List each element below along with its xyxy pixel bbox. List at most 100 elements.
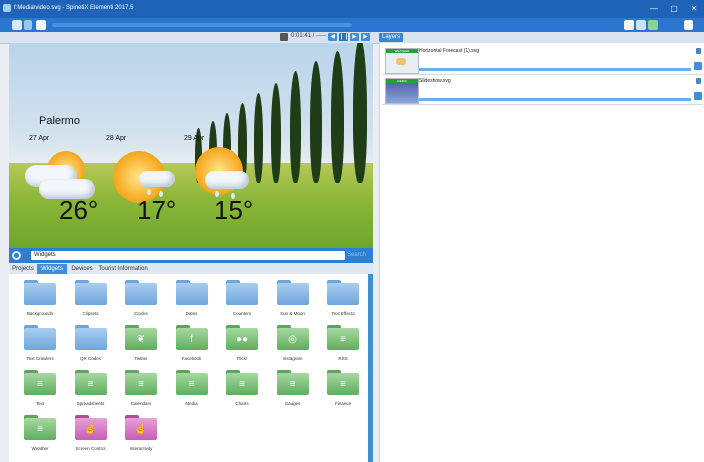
library-item-label: Sun & Moon — [280, 311, 305, 316]
feed-icon: ≡ — [327, 325, 359, 350]
forward-button[interactable]: ▶ — [350, 33, 359, 41]
minimize-button[interactable]: — — [648, 3, 660, 15]
library-item[interactable]: ≡ RSS — [318, 323, 368, 363]
layer-thumbnail: MEDIA — [385, 78, 419, 104]
library-item-label: Dates — [185, 311, 198, 316]
tab-devices[interactable]: Devices — [69, 264, 95, 274]
library-item[interactable]: ◎ Instagram — [268, 323, 318, 363]
layer-settings-button[interactable] — [694, 62, 702, 70]
folder-icon — [276, 280, 309, 305]
tree — [310, 61, 322, 183]
library-item-label: Twitter — [134, 356, 148, 361]
library-item-label: Media — [185, 401, 198, 406]
library-item[interactable]: Dates — [167, 278, 217, 318]
library-item[interactable]: ☝ Interactivity — [116, 413, 166, 453]
tab-layers[interactable]: Layers — [379, 33, 403, 42]
library-item-label: QR Codes — [79, 356, 101, 361]
library-item[interactable]: ≡ Gauges — [268, 368, 318, 408]
library-item[interactable]: ≡ Weather — [15, 413, 65, 453]
library-item[interactable]: Clocks — [116, 278, 166, 318]
library-item[interactable]: ●● Flickr — [217, 323, 267, 363]
skip-button[interactable]: ▶ — [361, 33, 370, 41]
library-item[interactable]: Backgrounds — [15, 278, 65, 318]
library-item-label: Facebook — [181, 356, 202, 361]
layer-type-tag: WEATHER — [386, 49, 418, 53]
grid-button[interactable] — [636, 20, 646, 30]
library-item[interactable]: ≡ Spreadsheets — [66, 368, 116, 408]
new-file-button[interactable] — [36, 20, 46, 30]
library-item-label: Calendars — [130, 401, 152, 406]
forecast-temperature: 26° — [59, 195, 99, 225]
forecast-date: 28 Apr — [106, 135, 127, 142]
menu-button[interactable] — [12, 20, 22, 30]
library-item[interactable]: ≡ Finance — [318, 368, 368, 408]
facebook-icon: f — [175, 325, 208, 350]
library-item[interactable]: ≡ Media — [167, 368, 217, 408]
folder-icon — [327, 280, 359, 305]
library-item-label: Charts — [235, 401, 249, 406]
library-item[interactable]: Text Crawlers — [15, 323, 65, 363]
search-input[interactable]: Widgets — [31, 251, 345, 260]
pause-button[interactable]: ❙❙ — [339, 33, 349, 41]
library-item-label: Instagram — [282, 356, 303, 361]
library-search-bar: Widgets Search — [9, 248, 373, 263]
touch-icon: ☝ — [74, 415, 107, 440]
publish-button[interactable] — [648, 20, 658, 30]
layer-item[interactable]: WEATHER Horizontal Forecast (1).svg — [382, 45, 703, 75]
library-item[interactable]: Clipsets — [66, 278, 116, 318]
weather-thumbnail-icon — [396, 58, 406, 65]
library-item[interactable]: ≡ Text — [15, 368, 65, 408]
flickr-icon: ●● — [226, 325, 258, 350]
library-item[interactable]: Counters — [217, 278, 267, 318]
layer-timeline-bar[interactable] — [419, 98, 691, 101]
layer-settings-button[interactable] — [694, 92, 702, 100]
tab-tourist-information[interactable]: Tourist Information — [97, 264, 149, 274]
layer-timeline-bar[interactable] — [419, 68, 691, 71]
tab-projects[interactable]: Projects — [11, 264, 35, 274]
feed-icon: ≡ — [125, 370, 157, 395]
feed-icon: ≡ — [276, 370, 309, 395]
maximize-button[interactable]: ▢ — [668, 3, 680, 15]
folder-icon — [226, 280, 258, 305]
layer-item[interactable]: MEDIA Slideshow.svg — [382, 75, 703, 105]
search-button[interactable]: Search — [347, 251, 371, 260]
toolbar-strip — [52, 23, 352, 27]
preview-canvas[interactable]: Palermo 27 Apr 28 Apr 29 Apr 26° 17° 15° — [9, 43, 373, 248]
lock-icon[interactable] — [696, 78, 701, 84]
timeline-icon — [280, 33, 288, 41]
library-item-label: Flickr — [236, 356, 248, 361]
library-item[interactable]: ☝ Screen Control — [66, 413, 116, 453]
library-item-label: Clocks — [134, 311, 148, 316]
layer-name: Slideshow.svg — [419, 78, 451, 84]
library-item[interactable]: Sun & Moon — [268, 278, 318, 318]
toolbar — [0, 18, 704, 32]
library-item[interactable]: f Facebook — [167, 323, 217, 363]
folder-icon — [74, 280, 107, 305]
tree — [254, 93, 263, 183]
library-item[interactable]: ≡ Calendars — [116, 368, 166, 408]
folder-icon — [24, 280, 56, 305]
rewind-button[interactable]: ◀ — [328, 33, 337, 41]
refresh-icon[interactable] — [12, 251, 21, 260]
playback-time: 0:01:41 / ----- — [291, 33, 327, 39]
window-title: f:Media\video.svg - SpinetiX Elementi 20… — [14, 5, 134, 11]
lock-icon[interactable] — [696, 48, 701, 54]
feed-icon: ≡ — [24, 415, 56, 440]
close-button[interactable]: ✕ — [688, 3, 700, 15]
view-button[interactable] — [624, 20, 634, 30]
forecast-date: 27 Apr — [29, 135, 50, 142]
city-name: Palermo — [39, 115, 80, 127]
library-item[interactable]: QR Codes — [66, 323, 116, 363]
library-item-label: Text Effects — [331, 311, 355, 316]
library-item[interactable]: ❦ Twitter — [116, 323, 166, 363]
widget-library-grid: Backgrounds Clipsets Clocks Dates Counters Su… — [9, 274, 368, 462]
layer-type-tag: MEDIA — [386, 79, 418, 83]
library-scrollbar[interactable] — [368, 274, 373, 462]
library-item[interactable]: Text Effects — [318, 278, 368, 318]
library-item[interactable]: ≡ Charts — [217, 368, 267, 408]
dropdown-button[interactable] — [24, 20, 32, 30]
feed-icon: ≡ — [74, 370, 107, 395]
document-button[interactable] — [684, 20, 693, 30]
tab-widgets[interactable]: Widgets — [37, 264, 67, 274]
folder-icon — [125, 280, 157, 305]
